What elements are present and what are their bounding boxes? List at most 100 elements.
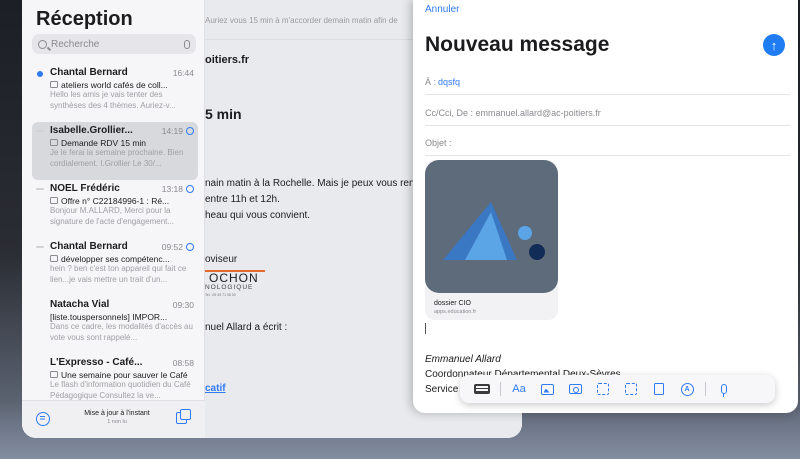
signature-service: Service [425, 384, 459, 395]
message-subject: développer ses compétenc... [61, 253, 170, 264]
inbox-footer: Mise à jour à l'instant 1 non lu [22, 400, 205, 438]
message-row[interactable]: NOEL Frédéric 13:18 Offre n° C22184996-1… [32, 180, 198, 238]
message-time: 14:19 [161, 125, 183, 136]
signature-title: oviseur [205, 254, 238, 265]
swipe-handle-icon [36, 246, 44, 248]
update-status: Mise à jour à l'instant 1 non lu [62, 410, 172, 425]
message-time: 13:18 [161, 183, 183, 194]
message-preview: Bonjour M.ALLARD, Merci pour la signatur… [50, 206, 175, 226]
cc-label: Cc/Cci, De : emmanuel.allard@ac-poitiers… [425, 108, 601, 118]
message-subject: [liste.touspersonnels] IMPOR... [50, 311, 168, 322]
message-subject: Demande RDV 15 min [61, 137, 147, 148]
message-sender: NOEL Frédéric [50, 183, 120, 194]
signature-name: Emmanuel Allard [425, 354, 501, 365]
scan-document-button[interactable] [589, 379, 617, 399]
message-sender: Natacha Vial [50, 299, 110, 310]
message-preview: Hello les amis je vais tenter des synthè… [50, 90, 176, 110]
dictation-icon[interactable] [184, 39, 190, 49]
search-input[interactable]: Recherche [51, 39, 184, 50]
reader-subject: 5 min [205, 106, 242, 122]
search-icon [38, 39, 47, 49]
message-subject: Offre n° C22184996-1 : Ré... [61, 195, 170, 206]
scan-document-icon [597, 383, 609, 395]
keyboard-icon [474, 384, 490, 394]
scan-text-icon [625, 383, 637, 395]
message-row[interactable]: Chantal Bernard 09:52 développer ses com… [32, 238, 198, 296]
toolbar-divider [705, 382, 706, 396]
toolbar-divider [500, 382, 501, 396]
message-preview: Le flash d'information quotidien du Café… [50, 380, 191, 400]
body-line: heau qui vous convient. [205, 210, 311, 221]
logo-phone: Tel : 05 49 71 08 00 [205, 293, 236, 297]
update-status-text: Mise à jour à l'instant [84, 410, 150, 417]
app-logo-icon [425, 160, 558, 293]
compose-icon[interactable] [176, 409, 191, 424]
message-sender: Chantal Bernard [50, 67, 128, 78]
body-line: entre 11h et 12h. [205, 194, 280, 205]
microphone-icon [721, 384, 727, 397]
to-recipient[interactable]: dqsfq [438, 77, 460, 87]
message-preview: Dans ce cadre, les modalités d'accès au … [50, 322, 193, 342]
message-preview: hein ? ben c'est ton appareil qui fait c… [50, 264, 187, 284]
unread-dot-icon [37, 71, 43, 77]
message-row-selected[interactable]: Isabelle.Grollier... 14:19 Demande RDV 1… [32, 122, 198, 180]
signature-link[interactable]: catif [205, 383, 226, 394]
body-line: nain matin à la Rochelle. Mais je peux v… [205, 178, 426, 189]
compose-title: Nouveau message [425, 33, 610, 56]
to-field[interactable]: À : dqsfq [425, 69, 790, 95]
reminder-clock-icon [186, 184, 194, 193]
filter-icon[interactable] [36, 412, 50, 426]
photo-library-button[interactable] [533, 379, 561, 399]
signature-logo: OCHON NOLOGIQUE Tel : 05 49 71 08 00 [205, 270, 275, 298]
camera-icon [568, 384, 582, 394]
dictation-button[interactable] [710, 379, 738, 399]
search-field[interactable]: Recherche [32, 34, 196, 54]
document-icon [654, 383, 664, 395]
thread-icon [50, 81, 58, 88]
attach-file-button[interactable] [645, 379, 673, 399]
thread-icon [50, 139, 58, 146]
scan-text-button[interactable] [617, 379, 645, 399]
message-row[interactable]: Chantal Bernard 16:44 ateliers world caf… [32, 64, 198, 122]
attachment-title: dossier CIO [434, 300, 471, 307]
reminder-clock-icon [186, 126, 194, 135]
message-row[interactable]: Natacha Vial 09:30 [liste.touspersonnels… [32, 296, 198, 354]
inbox-title: Réception [36, 8, 133, 30]
swipe-handle-icon [36, 130, 44, 132]
message-preview: Je le ferai la semaine prochaine. Bien c… [50, 148, 184, 168]
text-format-icon: Aa [512, 383, 526, 395]
attachment-url: apps.education.fr [434, 309, 477, 315]
format-button[interactable]: Aa [505, 379, 533, 399]
message-time: 09:52 [161, 241, 183, 252]
cancel-button[interactable]: Annuler [425, 4, 459, 15]
camera-button[interactable] [561, 379, 589, 399]
thread-icon [50, 371, 58, 378]
cc-field[interactable]: Cc/Cci, De : emmanuel.allard@ac-poitiers… [425, 100, 790, 126]
message-subject: Une semaine pour sauver le Café [61, 369, 188, 380]
send-button[interactable]: ↑ [763, 34, 785, 56]
logo-mark-icon [443, 202, 545, 260]
reminder-clock-icon [186, 242, 194, 251]
attachment-card[interactable]: dossier CIO apps.education.fr [425, 160, 558, 320]
message-sender: Isabelle.Grollier... [50, 125, 133, 136]
markup-icon: A [680, 382, 694, 396]
photo-icon [540, 383, 554, 395]
unread-count: 1 non lu [107, 419, 127, 425]
logo-subtext: NOLOGIQUE [205, 284, 254, 291]
thread-icon [50, 197, 58, 204]
logo-text: OCHON [209, 271, 259, 285]
compose-sheet: Annuler Nouveau message ↑ À : dqsfq Cc/C… [413, 0, 798, 413]
keyboard-button[interactable] [468, 379, 496, 399]
quote-header: nuel Allard a écrit : [205, 322, 288, 333]
message-sender: Chantal Bernard [50, 241, 128, 252]
thread-icon [50, 255, 58, 262]
subject-label: Objet : [425, 138, 452, 148]
markup-button[interactable]: A [673, 379, 701, 399]
message-subject: ateliers world cafés de coll... [61, 79, 168, 90]
swipe-handle-icon [36, 188, 44, 190]
subject-field[interactable]: Objet : [425, 130, 790, 156]
format-toolbar: Aa A [460, 375, 775, 403]
message-time: 09:30 [172, 299, 194, 310]
text-cursor [425, 323, 426, 334]
reader-body: nain matin à la Rochelle. Mais je peux v… [205, 176, 425, 224]
